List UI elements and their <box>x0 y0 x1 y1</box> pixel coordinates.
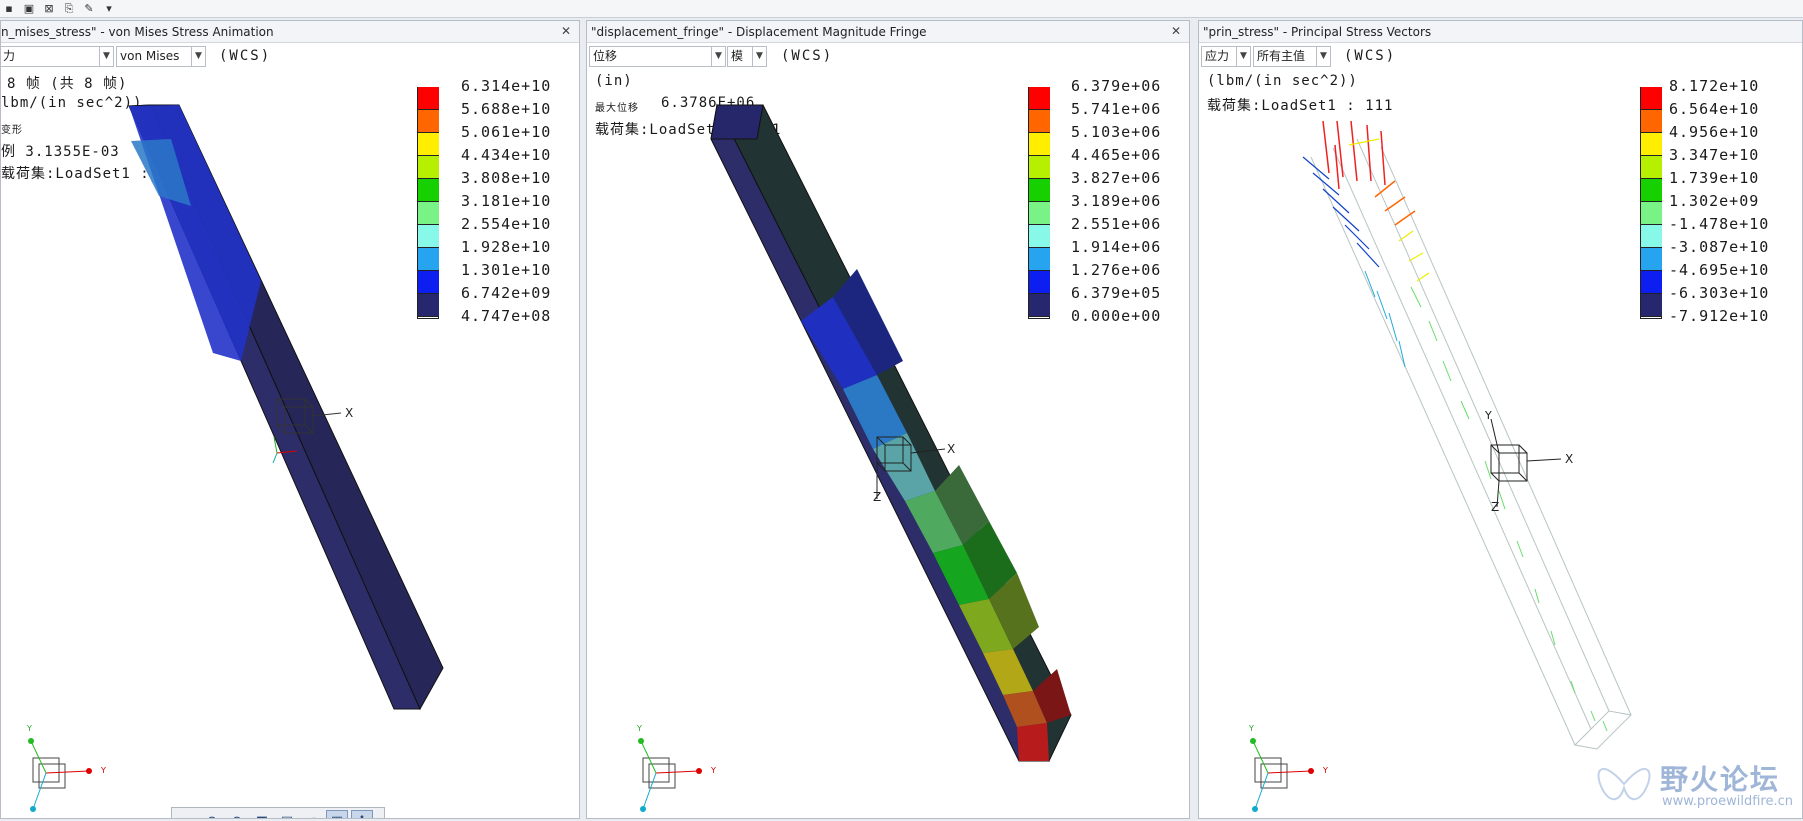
top-toolbar: ▪ ▣ ⊠ ⎘ ✎ ▾ <box>0 0 1803 18</box>
legend-tick-label: 6.379e+06 <box>1071 77 1162 95</box>
vectors-blue <box>1302 156 1380 268</box>
zoom-out-icon[interactable]: ⊖ <box>226 810 248 819</box>
legend-tick-label: 5.061e+10 <box>461 123 552 141</box>
legend-tick-label: 6.314e+10 <box>461 77 552 95</box>
triad-y-dot <box>638 738 644 744</box>
legend-tick-label: -3.087e+10 <box>1669 238 1770 256</box>
legend-tick-label: 3.189e+06 <box>1071 192 1162 210</box>
panel-von-mises: n_mises_stress" - von Mises Stress Anima… <box>0 20 580 819</box>
legend-tick-label: -4.695e+10 <box>1669 261 1770 279</box>
legend-tick-label: 4.956e+10 <box>1669 123 1760 141</box>
panel-displacement: "displacement_fringe" - Displacement Mag… <box>586 20 1190 819</box>
save-icon[interactable]: ▪ <box>2 2 16 16</box>
export-icon[interactable]: ⎘ <box>62 2 76 16</box>
triad-y2-label: Y <box>1248 724 1254 733</box>
axis-z-label: Z <box>1491 500 1499 514</box>
legend-tick-label: 8.172e+10 <box>1669 77 1760 95</box>
legend-tick-label: 3.181e+10 <box>461 192 552 210</box>
legend-tick-label: 1.276e+06 <box>1071 261 1162 279</box>
triad-y-label: Y <box>710 766 716 775</box>
legend-tick-label: 4.747e+08 <box>461 307 552 325</box>
triad-y2-label: Y <box>636 724 642 733</box>
legend-tick-label: 1.301e+10 <box>461 261 552 279</box>
butterfly-logo-icon <box>1597 768 1651 801</box>
triad-y-label: Y <box>1322 766 1328 775</box>
legend-tick-label: 0.000e+00 <box>1071 307 1162 325</box>
triad-y-dot <box>28 738 34 744</box>
orient-icon[interactable]: ➶ <box>301 810 323 819</box>
zoom-in-icon[interactable]: ⊕ <box>201 810 223 819</box>
view-tools: ⌕ ⊕ ⊖ ◩ ▤ ➶ ▥ ✣ <box>171 807 385 819</box>
beam-top-face <box>710 104 764 140</box>
legend-tick-label: 6.564e+10 <box>1669 100 1760 118</box>
view-triad <box>30 740 90 810</box>
model-csys <box>1490 418 1562 508</box>
legend-tick-label: 3.347e+10 <box>1669 146 1760 164</box>
view-triad <box>1252 740 1312 810</box>
axis-x-label: X <box>1565 452 1573 466</box>
legend-tick-label: -7.912e+10 <box>1669 307 1770 325</box>
legend-tick-label: -1.478e+10 <box>1669 215 1770 233</box>
spin-center-icon[interactable]: ✣ <box>351 810 373 818</box>
legend-tick-label: 1.739e+10 <box>1669 169 1760 187</box>
legend-tick-label: 3.808e+10 <box>461 169 552 187</box>
draw-icon[interactable]: ✎ <box>82 2 96 16</box>
watermark-text: 野火论坛 <box>1660 763 1781 796</box>
triad-x-dot <box>696 768 702 774</box>
legend-tick-label: 4.465e+06 <box>1071 146 1162 164</box>
triad-z-dot <box>1252 806 1258 812</box>
legend-tick-label: 4.434e+10 <box>461 146 552 164</box>
triad-x-dot <box>1308 768 1314 774</box>
axis-z-label: Z <box>873 490 881 504</box>
legend-tick-label: 2.551e+06 <box>1071 215 1162 233</box>
save-copy-icon[interactable]: ▣ <box>22 2 36 16</box>
triad-y2-label: Y <box>26 724 32 733</box>
triad-z-dot <box>640 806 646 812</box>
legend-tick-label: 2.554e+10 <box>461 215 552 233</box>
refit-icon[interactable]: ◩ <box>251 810 273 819</box>
triad-y-dot <box>1250 738 1256 744</box>
close-icon[interactable]: ⊠ <box>42 2 56 16</box>
forum-watermark: 野火论坛 www.proewildfire.cn <box>1590 752 1800 820</box>
watermark-url: www.proewildfire.cn <box>1662 794 1793 809</box>
legend-tick-label: 5.103e+06 <box>1071 123 1162 141</box>
legend-tick-label: 1.302e+09 <box>1669 192 1760 210</box>
legend-tick-label: 5.741e+06 <box>1071 100 1162 118</box>
axis-x-label: X <box>345 406 353 420</box>
vectors-orange <box>1374 180 1416 226</box>
triad-x-dot <box>86 768 92 774</box>
legend-tick-label: 3.827e+06 <box>1071 169 1162 187</box>
app-window: ▪ ▣ ⊠ ⎘ ✎ ▾ n_mises_stress" - von Mises … <box>0 0 1803 821</box>
vectors-green <box>1410 286 1608 732</box>
menu-arrow-icon[interactable]: ▾ <box>102 2 116 16</box>
legend-tick-label: 6.379e+05 <box>1071 284 1162 302</box>
view-triad <box>640 740 700 810</box>
axis-y-label: Y <box>1484 409 1492 422</box>
display-style-icon[interactable]: ▥ <box>326 810 348 818</box>
panel-principal-stress: "prin_stress" - Principal Stress Vectors… <box>1198 20 1803 819</box>
zoom-fit-icon[interactable]: ⌕ <box>176 810 198 819</box>
triad-y-label: Y <box>100 766 106 775</box>
legend-tick-label: 1.914e+06 <box>1071 238 1162 256</box>
legend-tick-label: -6.303e+10 <box>1669 284 1770 302</box>
triad-z-dot <box>30 806 36 812</box>
legend-tick-label: 5.688e+10 <box>461 100 552 118</box>
band-red <box>1017 723 1049 761</box>
vectors-red <box>1322 120 1386 190</box>
view-icon[interactable]: ▤ <box>276 810 298 819</box>
legend-tick-label: 6.742e+09 <box>461 284 552 302</box>
legend-tick-label: 1.928e+10 <box>461 238 552 256</box>
axis-x-label: X <box>947 442 955 456</box>
